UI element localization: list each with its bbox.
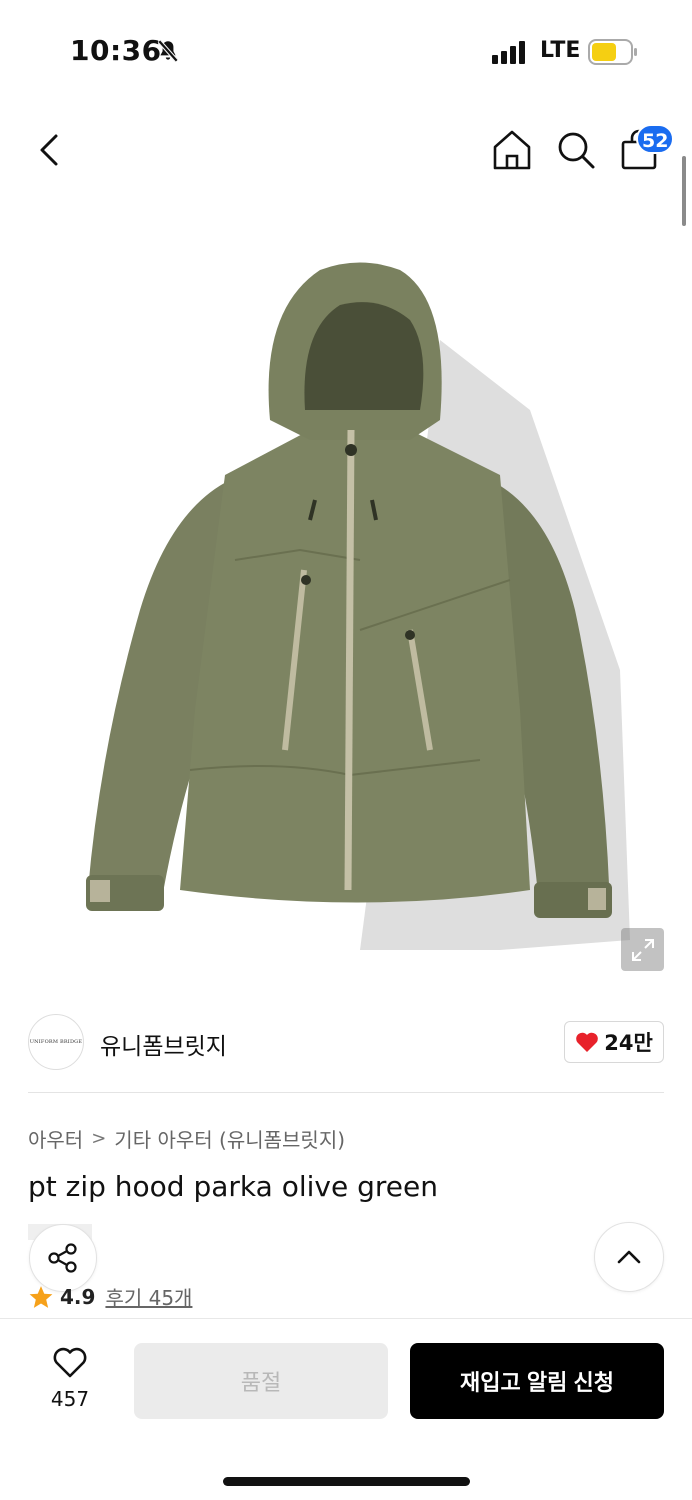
rating-value: 4.9 — [60, 1284, 96, 1309]
scroll-top-button[interactable] — [594, 1222, 664, 1292]
chevron-up-icon — [617, 1250, 641, 1264]
brand-like-count: 24만 — [604, 1031, 653, 1055]
status-bar: 10:36 LTE — [0, 0, 692, 100]
network-type: LTE — [540, 38, 581, 63]
signal-icon — [492, 41, 525, 64]
divider — [28, 1092, 664, 1093]
restock-alert-button[interactable]: 재입고 알림 신청 — [410, 1343, 664, 1419]
expand-icon — [631, 938, 654, 961]
expand-image-button[interactable] — [621, 928, 664, 971]
brand-name[interactable]: 유니폼브릿지 — [100, 1027, 227, 1061]
heart-outline-icon — [53, 1347, 87, 1378]
share-icon — [48, 1243, 77, 1273]
wish-button[interactable]: 457 — [40, 1347, 100, 1411]
breadcrumb-subcategory[interactable]: 기타 아우터 (유니폼브릿지) — [114, 1124, 345, 1153]
breadcrumb-category[interactable]: 아우터 — [28, 1124, 83, 1153]
brand-like-button[interactable]: 24만 — [564, 1021, 664, 1063]
breadcrumb-separator: > — [91, 1128, 107, 1149]
brand-logo-text: UNIFORM BRIDGE — [29, 1039, 83, 1045]
review-count-link[interactable]: 후기 45개 — [105, 1282, 192, 1311]
product-detail-page: 10:36 LTE 52 UNIFORM BRIDGE 유니폼브릿지 24만 아… — [0, 0, 692, 1500]
soldout-button: 품절 — [134, 1343, 388, 1419]
breadcrumb: 아우터 > 기타 아우터 (유니폼브릿지) — [28, 1124, 345, 1153]
product-image[interactable] — [60, 250, 640, 970]
status-time: 10:36 — [70, 34, 162, 67]
wish-count: 457 — [50, 1387, 90, 1411]
search-icon[interactable] — [555, 128, 597, 172]
brand-logo[interactable]: UNIFORM BRIDGE — [28, 1014, 84, 1070]
bell-slash-icon — [157, 39, 179, 63]
star-icon — [29, 1285, 53, 1308]
brand-row: UNIFORM BRIDGE 유니폼브릿지 24만 — [28, 1012, 664, 1074]
bottom-action-bar: 457 품절 재입고 알림 신청 — [0, 1318, 692, 1500]
battery-icon — [588, 39, 637, 65]
scrollbar[interactable] — [682, 156, 686, 226]
cart-count-badge: 52 — [636, 124, 675, 154]
product-title: pt zip hood parka olive green — [28, 1170, 438, 1203]
heart-filled-icon — [576, 1032, 599, 1052]
rating-row: 4.9 후기 45개 — [28, 1282, 192, 1311]
home-icon[interactable] — [491, 128, 533, 172]
home-indicator[interactable] — [223, 1477, 470, 1486]
back-button[interactable] — [30, 128, 70, 172]
